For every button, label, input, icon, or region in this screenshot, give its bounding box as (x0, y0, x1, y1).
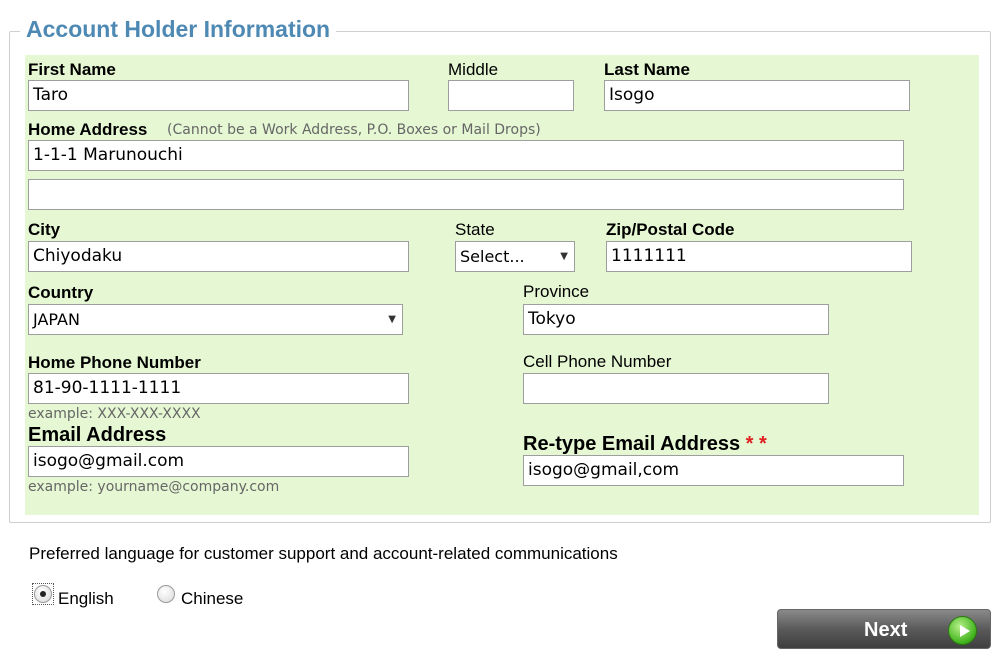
chevron-down-icon: ▼ (560, 251, 568, 262)
province-label: Province (523, 282, 590, 301)
cell-phone-input[interactable] (523, 373, 829, 404)
phone-example-hint: example: XXX-XXX-XXXX (28, 406, 201, 422)
province-input[interactable]: Tokyo (523, 304, 829, 335)
retype-email-label-text: Re-type Email Address (523, 433, 741, 455)
address-line1-input[interactable]: 1-1-1 Marunouchi (28, 140, 904, 171)
home-address-label: Home Address (28, 120, 148, 139)
last-name-input[interactable]: Isogo (604, 80, 910, 111)
zip-input[interactable]: 1111111 (606, 241, 912, 272)
state-select[interactable]: Select... ▼ (455, 241, 575, 272)
email-input[interactable]: isogo@gmail.com (28, 446, 409, 477)
first-name-input[interactable]: Taro (28, 80, 409, 111)
city-label: City (28, 220, 61, 239)
language-prompt: Preferred language for customer support … (29, 544, 618, 563)
required-marker: * * (745, 433, 767, 455)
home-address-note: (Cannot be a Work Address, P.O. Boxes or… (167, 122, 541, 138)
address-line2-input[interactable] (28, 179, 904, 210)
cell-phone-label: Cell Phone Number (523, 352, 672, 371)
middle-name-input[interactable] (448, 80, 574, 111)
last-name-label: Last Name (604, 60, 690, 79)
country-select[interactable]: JAPAN ▼ (28, 304, 403, 335)
home-phone-input[interactable]: 81-90-1111-1111 (28, 373, 409, 404)
zip-label: Zip/Postal Code (606, 220, 735, 239)
next-button-label: Next (864, 619, 908, 641)
email-label: Email Address (28, 424, 167, 446)
first-name-label: First Name (28, 60, 116, 79)
next-button[interactable]: Next (777, 609, 991, 649)
section-title: Account Holder Information (20, 16, 337, 43)
play-arrow-icon (948, 616, 977, 645)
email-example-hint: example: yourname@company.com (28, 479, 280, 495)
middle-name-label: Middle (448, 60, 499, 79)
retype-email-label: Re-type Email Address * * (523, 433, 767, 456)
retype-email-input[interactable]: isogo@gmail,com (523, 455, 904, 486)
chevron-down-icon: ▼ (388, 314, 396, 325)
chinese-radio-label[interactable]: Chinese (181, 589, 243, 609)
english-radio[interactable] (34, 585, 52, 603)
city-input[interactable]: Chiyodaku (28, 241, 409, 272)
state-label: State (455, 220, 495, 239)
country-label: Country (28, 283, 94, 302)
country-selected-value: JAPAN (33, 310, 80, 329)
state-selected-value: Select... (460, 247, 525, 266)
chinese-radio[interactable] (157, 585, 175, 603)
home-phone-label: Home Phone Number (28, 353, 201, 372)
english-radio-label[interactable]: English (58, 589, 114, 609)
